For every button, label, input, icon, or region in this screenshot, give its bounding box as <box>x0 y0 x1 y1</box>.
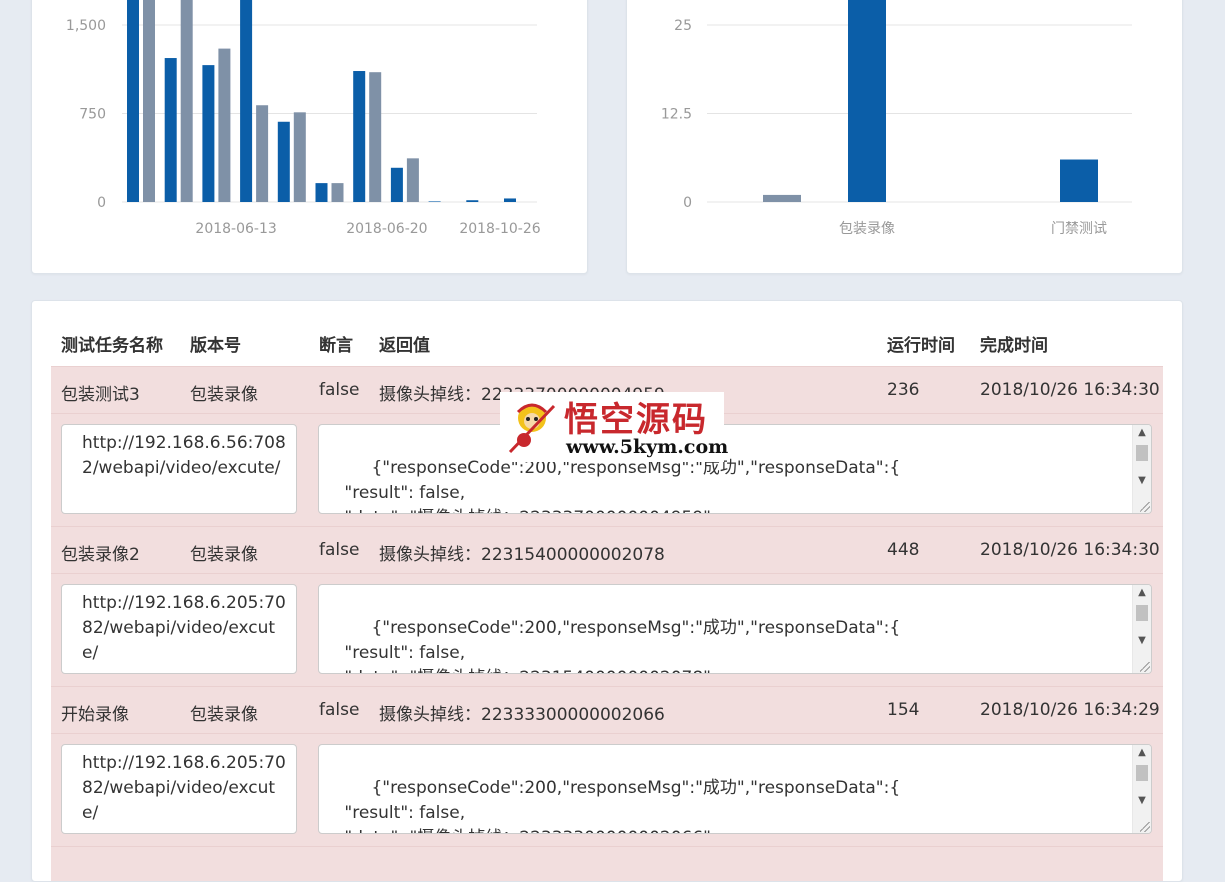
response-textarea[interactable]: {"responseCode":200,"responseMsg":"成功","… <box>318 424 1152 514</box>
x-tick-label: 门禁测试 <box>1051 221 1107 237</box>
bar[interactable] <box>331 183 344 202</box>
task-name-cell: 开始录像 <box>61 705 129 725</box>
bar[interactable] <box>428 201 441 202</box>
assert-cell: false <box>319 380 360 400</box>
scroll-down-icon[interactable]: ▼ <box>1133 473 1151 489</box>
header-run-time: 运行时间 <box>887 336 955 356</box>
watermark-title: 悟空源码 <box>564 400 708 440</box>
scroll-up-icon[interactable]: ▲ <box>1133 745 1151 761</box>
bar[interactable] <box>218 48 231 202</box>
header-finish-time: 完成时间 <box>980 336 1048 356</box>
request-url-textarea[interactable]: http://192.168.6.205:7082/webapi/video/e… <box>61 744 297 834</box>
task-name-cell: 包装测试3 <box>61 385 140 405</box>
bar[interactable] <box>504 198 516 202</box>
watermark: 悟空源码 www.5kym.com <box>500 392 728 462</box>
version-cell: 包装录像 <box>190 385 258 405</box>
table-row[interactable]: 开始录像 包装录像 false 摄像头掉线：22333300000002066 … <box>51 686 1163 733</box>
y-tick-label: 1,500 <box>66 18 106 34</box>
assert-cell: false <box>319 700 360 720</box>
finish-time-cell: 2018/10/26 16:34:30 <box>980 540 1160 560</box>
run-time-cell: 154 <box>887 700 920 720</box>
bar[interactable] <box>143 0 155 202</box>
bar[interactable] <box>763 194 801 202</box>
test-result-table: 测试任务名称 版本号 断言 返回值 运行时间 完成时间 包装测试3 包装录像 f… <box>31 300 1183 882</box>
request-url-textarea[interactable]: http://192.168.6.56:7082/webapi/video/ex… <box>61 424 297 514</box>
response-text: {"responseCode":200,"responseMsg":"成功","… <box>344 778 901 833</box>
row-detail: http://192.168.6.205:7082/webapi/video/e… <box>51 733 1163 848</box>
response-textarea[interactable]: {"responseCode":200,"responseMsg":"成功","… <box>318 744 1152 834</box>
response-textarea[interactable]: {"responseCode":200,"responseMsg":"成功","… <box>318 584 1152 674</box>
bar[interactable] <box>1060 159 1098 202</box>
watermark-url: www.5kym.com <box>566 436 729 458</box>
x-tick-label: 包装录像 <box>839 221 895 237</box>
header-assert: 断言 <box>319 336 353 356</box>
x-tick-label: 2018-10-26 <box>459 221 540 237</box>
response-text: {"responseCode":200,"responseMsg":"成功","… <box>344 458 901 513</box>
bar[interactable] <box>353 71 366 203</box>
resize-grip-icon[interactable] <box>1140 502 1150 512</box>
execution-count-chart: 0 750 1,500 2018-06-13 2018-06-20 2018-10-26 <box>66 0 541 237</box>
scroll-thumb[interactable] <box>1136 605 1148 621</box>
scroll-down-icon[interactable]: ▼ <box>1133 793 1151 809</box>
bar[interactable] <box>369 72 382 202</box>
bar[interactable] <box>293 112 306 202</box>
version-count-chart: 0 12.5 25 包装录像 门禁测试 <box>661 0 1132 237</box>
version-cell: 包装录像 <box>190 705 258 725</box>
finish-time-cell: 2018/10/26 16:34:29 <box>980 700 1160 720</box>
return-value-cell: 摄像头掉线：22333300000002066 <box>379 705 665 725</box>
bar[interactable] <box>180 0 193 202</box>
scroll-up-icon[interactable]: ▲ <box>1133 585 1151 601</box>
version-count-chart-card: 0 12.5 25 包装录像 门禁测试 <box>626 0 1183 274</box>
bar[interactable] <box>315 183 328 202</box>
row-detail: http://192.168.6.205:7082/webapi/video/e… <box>51 573 1163 688</box>
header-return-value: 返回值 <box>379 336 430 356</box>
response-scrollbar[interactable]: ▲ ▼ <box>1132 745 1151 833</box>
response-scrollbar[interactable]: ▲ ▼ <box>1132 585 1151 673</box>
bar[interactable] <box>406 158 419 202</box>
scroll-thumb[interactable] <box>1136 445 1148 461</box>
assert-cell: false <box>319 540 360 560</box>
finish-time-cell: 2018/10/26 16:34:30 <box>980 380 1160 400</box>
y-tick-label: 750 <box>79 107 106 123</box>
bar[interactable] <box>277 121 290 202</box>
resize-grip-icon[interactable] <box>1140 662 1150 672</box>
bar[interactable] <box>466 200 479 202</box>
bar[interactable] <box>127 0 139 202</box>
response-text: {"responseCode":200,"responseMsg":"成功","… <box>344 618 901 673</box>
table-row[interactable]: 包装录像2 包装录像 false 摄像头掉线：22315400000002078… <box>51 526 1163 573</box>
y-tick-label: 0 <box>97 195 106 211</box>
bar[interactable] <box>390 167 403 202</box>
bar[interactable] <box>164 58 177 202</box>
scroll-up-icon[interactable]: ▲ <box>1133 425 1151 441</box>
y-tick-label: 0 <box>683 195 692 211</box>
monkey-king-logo-icon <box>508 403 556 454</box>
request-url-textarea[interactable]: http://192.168.6.205:7082/webapi/video/e… <box>61 584 297 674</box>
execution-count-chart-card: 0 750 1,500 2018-06-13 2018-06-20 2018-10-26 <box>31 0 588 274</box>
resize-grip-icon[interactable] <box>1140 822 1150 832</box>
bar[interactable] <box>256 105 269 202</box>
response-scrollbar[interactable]: ▲ ▼ <box>1132 425 1151 513</box>
bar[interactable] <box>848 0 886 202</box>
y-tick-label: 12.5 <box>661 107 692 123</box>
scroll-thumb[interactable] <box>1136 765 1148 781</box>
header-task-name: 测试任务名称 <box>61 336 163 356</box>
task-name-cell: 包装录像2 <box>61 545 140 565</box>
bar[interactable] <box>202 65 215 203</box>
bar[interactable] <box>240 0 253 202</box>
header-version: 版本号 <box>190 336 241 356</box>
return-value-cell: 摄像头掉线：22315400000002078 <box>379 545 665 565</box>
y-tick-label: 25 <box>674 18 692 34</box>
table-row[interactable] <box>51 846 1163 881</box>
run-time-cell: 236 <box>887 380 920 400</box>
scroll-down-icon[interactable]: ▼ <box>1133 633 1151 649</box>
x-tick-label: 2018-06-20 <box>346 221 427 237</box>
x-tick-label: 2018-06-13 <box>195 221 276 237</box>
version-cell: 包装录像 <box>190 545 258 565</box>
run-time-cell: 448 <box>887 540 920 560</box>
